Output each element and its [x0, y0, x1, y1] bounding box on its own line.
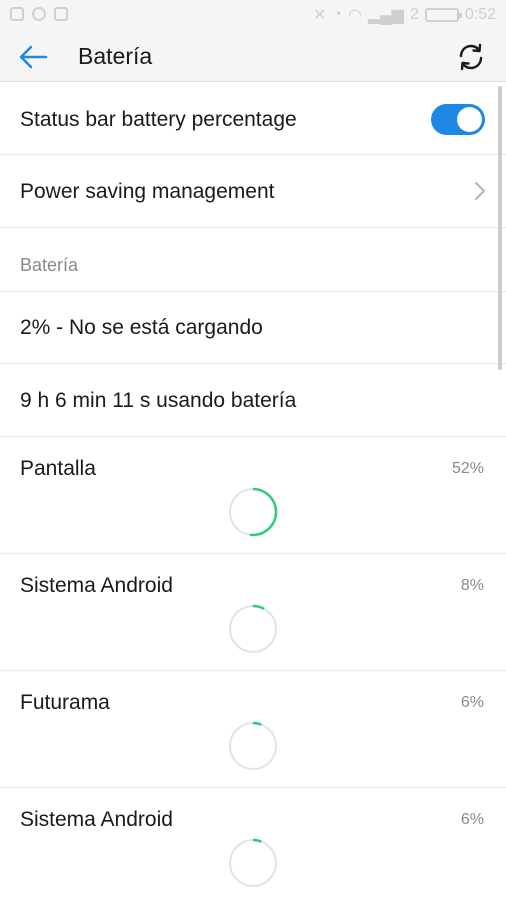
status-notification-icons	[10, 7, 68, 21]
power-saving-row[interactable]: Power saving management	[0, 155, 506, 228]
app-usage-row[interactable]: Futurama 6%	[0, 671, 506, 788]
refresh-button[interactable]	[456, 42, 486, 72]
battery-icon	[424, 8, 462, 22]
refresh-icon	[459, 43, 483, 71]
mute-icon: ✕	[312, 7, 327, 24]
arrow-left-icon	[19, 45, 48, 69]
app-usage-row[interactable]: Sistema Android 8%	[0, 554, 506, 671]
section-title: Batería	[20, 255, 79, 275]
power-saving-label: Power saving management	[20, 180, 275, 203]
usage-ring-icon	[228, 487, 278, 537]
notification-icon	[10, 7, 24, 21]
alarm-icon: ◔	[332, 6, 343, 23]
whatsapp-icon	[32, 7, 46, 21]
signal-icon: ▂▄▆	[368, 7, 404, 24]
app-percent: 52%	[451, 460, 484, 477]
wifi-icon: ◠	[348, 7, 362, 24]
gallery-icon	[54, 7, 68, 21]
back-button[interactable]	[18, 44, 48, 70]
app-name: Sistema Android	[20, 574, 173, 597]
battery-usage-text: 9 h 6 min 11 s usando batería	[20, 389, 297, 412]
usage-ring-icon	[228, 604, 278, 654]
battery-status-row: 2% - No se está cargando	[0, 292, 506, 364]
app-percent: 6%	[460, 694, 484, 711]
app-bar: Batería	[0, 32, 506, 82]
status-bar: ✕ ◔ ◠ ▂▄▆ 2 0:52	[0, 0, 506, 32]
app-percent: 8%	[460, 577, 484, 594]
status-time: 0:52	[464, 6, 496, 23]
chevron-right-icon	[475, 182, 485, 200]
battery-status-text: 2% - No se está cargando	[20, 316, 263, 339]
app-usage-row[interactable]: Sistema Android 6%	[0, 788, 506, 905]
page-title: Batería	[78, 43, 153, 69]
status-system-icons: ✕ ◔ ◠ ▂▄▆ 2 0:52	[313, 5, 496, 25]
scrollbar[interactable]	[498, 86, 502, 370]
battery-percentage-toggle[interactable]	[431, 104, 485, 135]
battery-percentage-label: Status bar battery percentage	[20, 108, 297, 131]
usage-ring-icon	[228, 721, 278, 771]
usage-ring-icon	[228, 838, 278, 888]
battery-usage-row: 9 h 6 min 11 s usando batería	[0, 364, 506, 437]
battery-percentage-row[interactable]: Status bar battery percentage	[0, 83, 506, 155]
app-name: Pantalla	[20, 457, 96, 480]
app-name: Futurama	[20, 691, 110, 714]
toggle-knob	[457, 107, 482, 132]
signal-label: 2	[409, 6, 419, 23]
app-name: Sistema Android	[20, 808, 173, 831]
app-usage-row[interactable]: Pantalla 52%	[0, 437, 506, 554]
app-percent: 6%	[460, 811, 484, 828]
battery-section-header: Batería	[0, 228, 506, 292]
